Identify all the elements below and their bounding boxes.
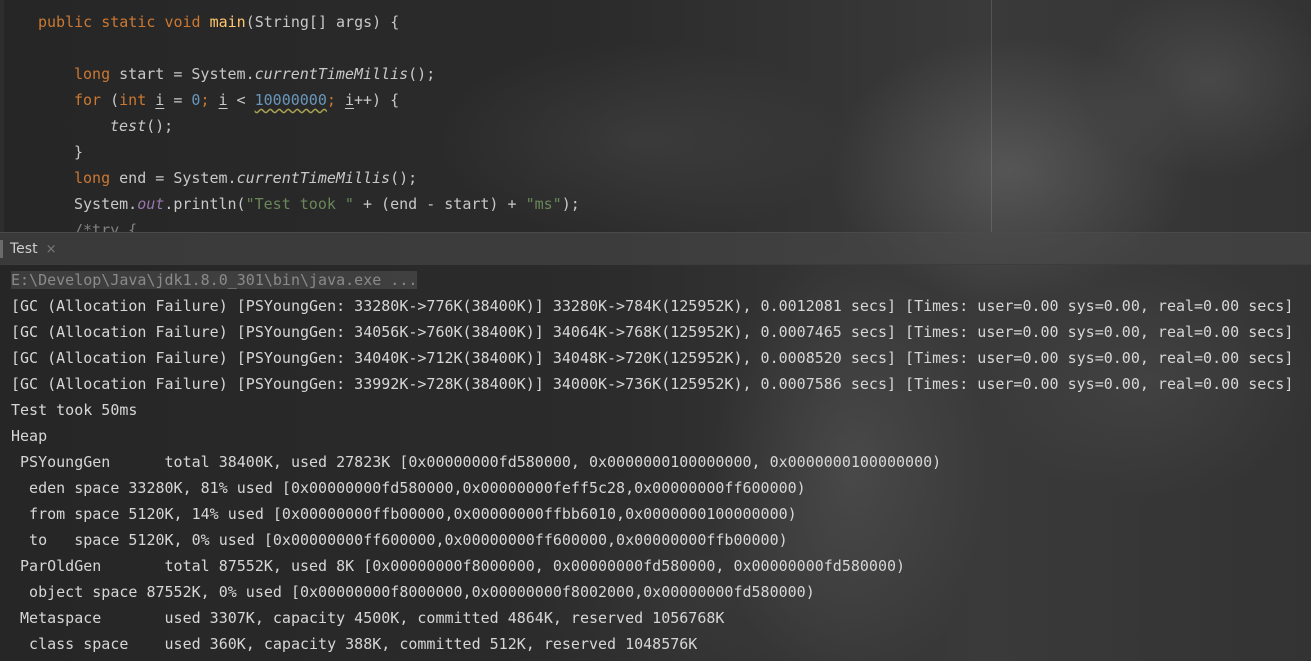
code-token: .println( [164, 195, 246, 213]
code-line-6[interactable]: long end = System.currentTimeMillis(); [74, 166, 417, 190]
code-token: /*try { [74, 221, 138, 232]
code-line-8[interactable]: /*try { [74, 218, 137, 232]
console-line: class space used 360K, capacity 388K, co… [11, 635, 698, 653]
console-line: from space 5120K, 14% used [0x00000000ff… [11, 505, 797, 523]
console-line: [GC (Allocation Failure) [PSYoungGen: 34… [11, 323, 1294, 341]
code-token: long [74, 65, 111, 83]
code-token: i [344, 91, 354, 109]
code-editor[interactable]: public static void main(String[] args) {… [0, 0, 1311, 232]
code-token: public [38, 13, 93, 31]
code-token: start = System. [110, 65, 255, 83]
run-console-output[interactable]: E:\Develop\Java\jdk1.8.0_301\bin\java.ex… [0, 265, 1311, 661]
code-token: + (end - start) + [353, 195, 526, 213]
console-line: object space 87552K, 0% used [0x00000000… [11, 583, 815, 601]
editor-gutter [0, 0, 4, 232]
code-token: ( [101, 91, 120, 109]
console-command-line: E:\Develop\Java\jdk1.8.0_301\bin\java.ex… [11, 267, 418, 293]
console-line: Test took 50ms [11, 401, 138, 419]
code-line-2[interactable]: long start = System.currentTimeMillis(); [74, 62, 435, 86]
code-token: i [155, 91, 165, 109]
code-token: (String[] args) { [245, 13, 400, 31]
code-token: (); [408, 65, 436, 83]
code-token: = [164, 91, 192, 109]
close-icon[interactable]: × [46, 242, 57, 257]
code-token: ); [561, 195, 580, 213]
code-token: ; [200, 91, 219, 109]
code-token: for [74, 91, 102, 109]
code-token: test [110, 117, 147, 135]
run-tab-label: Test [10, 241, 38, 257]
code-token: ; [326, 91, 345, 109]
code-token: (); [146, 117, 174, 135]
code-token: < [227, 91, 255, 109]
code-token: (); [390, 169, 418, 187]
console-line: PSYoungGen total 38400K, used 27823K [0x… [11, 453, 942, 471]
console-line: ParOldGen total 87552K, used 8K [0x00000… [11, 557, 906, 575]
console-line: to space 5120K, 0% used [0x00000000ff600… [11, 531, 788, 549]
code-line-5[interactable]: } [74, 140, 83, 164]
code-token: i [218, 91, 228, 109]
console-line: Metaspace used 3307K, capacity 4500K, co… [11, 609, 725, 627]
code-token: } [74, 143, 84, 161]
right-margin-guide [991, 0, 992, 232]
code-token: System. [74, 195, 138, 213]
code-line-7[interactable]: System.out.println("Test took " + (end -… [74, 192, 580, 216]
console-line: [GC (Allocation Failure) [PSYoungGen: 33… [11, 375, 1294, 393]
code-token: static [101, 13, 156, 31]
code-token: end = System. [110, 169, 237, 187]
console-line: eden space 33280K, 81% used [0x00000000f… [11, 479, 806, 497]
code-token: currentTimeMillis [254, 65, 409, 83]
code-token: "Test took " [245, 195, 354, 213]
code-token: 10000000 [254, 91, 327, 109]
run-tool-window-tabbar: Test × [0, 232, 1311, 265]
code-token: out [137, 195, 165, 213]
code-line-4[interactable]: test(); [110, 114, 173, 138]
run-tab-test[interactable]: Test × [0, 233, 64, 265]
code-line-3[interactable]: for (int i = 0; i < 10000000; i++) { [74, 88, 399, 112]
tab-indicator [0, 240, 3, 258]
java-command: E:\Develop\Java\jdk1.8.0_301\bin\java.ex… [11, 271, 418, 289]
code-token: ++) { [353, 91, 400, 109]
code-token: main [209, 13, 246, 31]
code-token: "ms" [525, 195, 562, 213]
code-line-1[interactable]: public static void main(String[] args) { [38, 10, 399, 34]
console-line: Heap [11, 427, 48, 445]
code-token: currentTimeMillis [236, 169, 391, 187]
code-token: int [119, 91, 147, 109]
console-line: [GC (Allocation Failure) [PSYoungGen: 33… [11, 297, 1294, 315]
console-line: [GC (Allocation Failure) [PSYoungGen: 34… [11, 349, 1294, 367]
code-token: void [164, 13, 201, 31]
code-token: long [74, 169, 111, 187]
